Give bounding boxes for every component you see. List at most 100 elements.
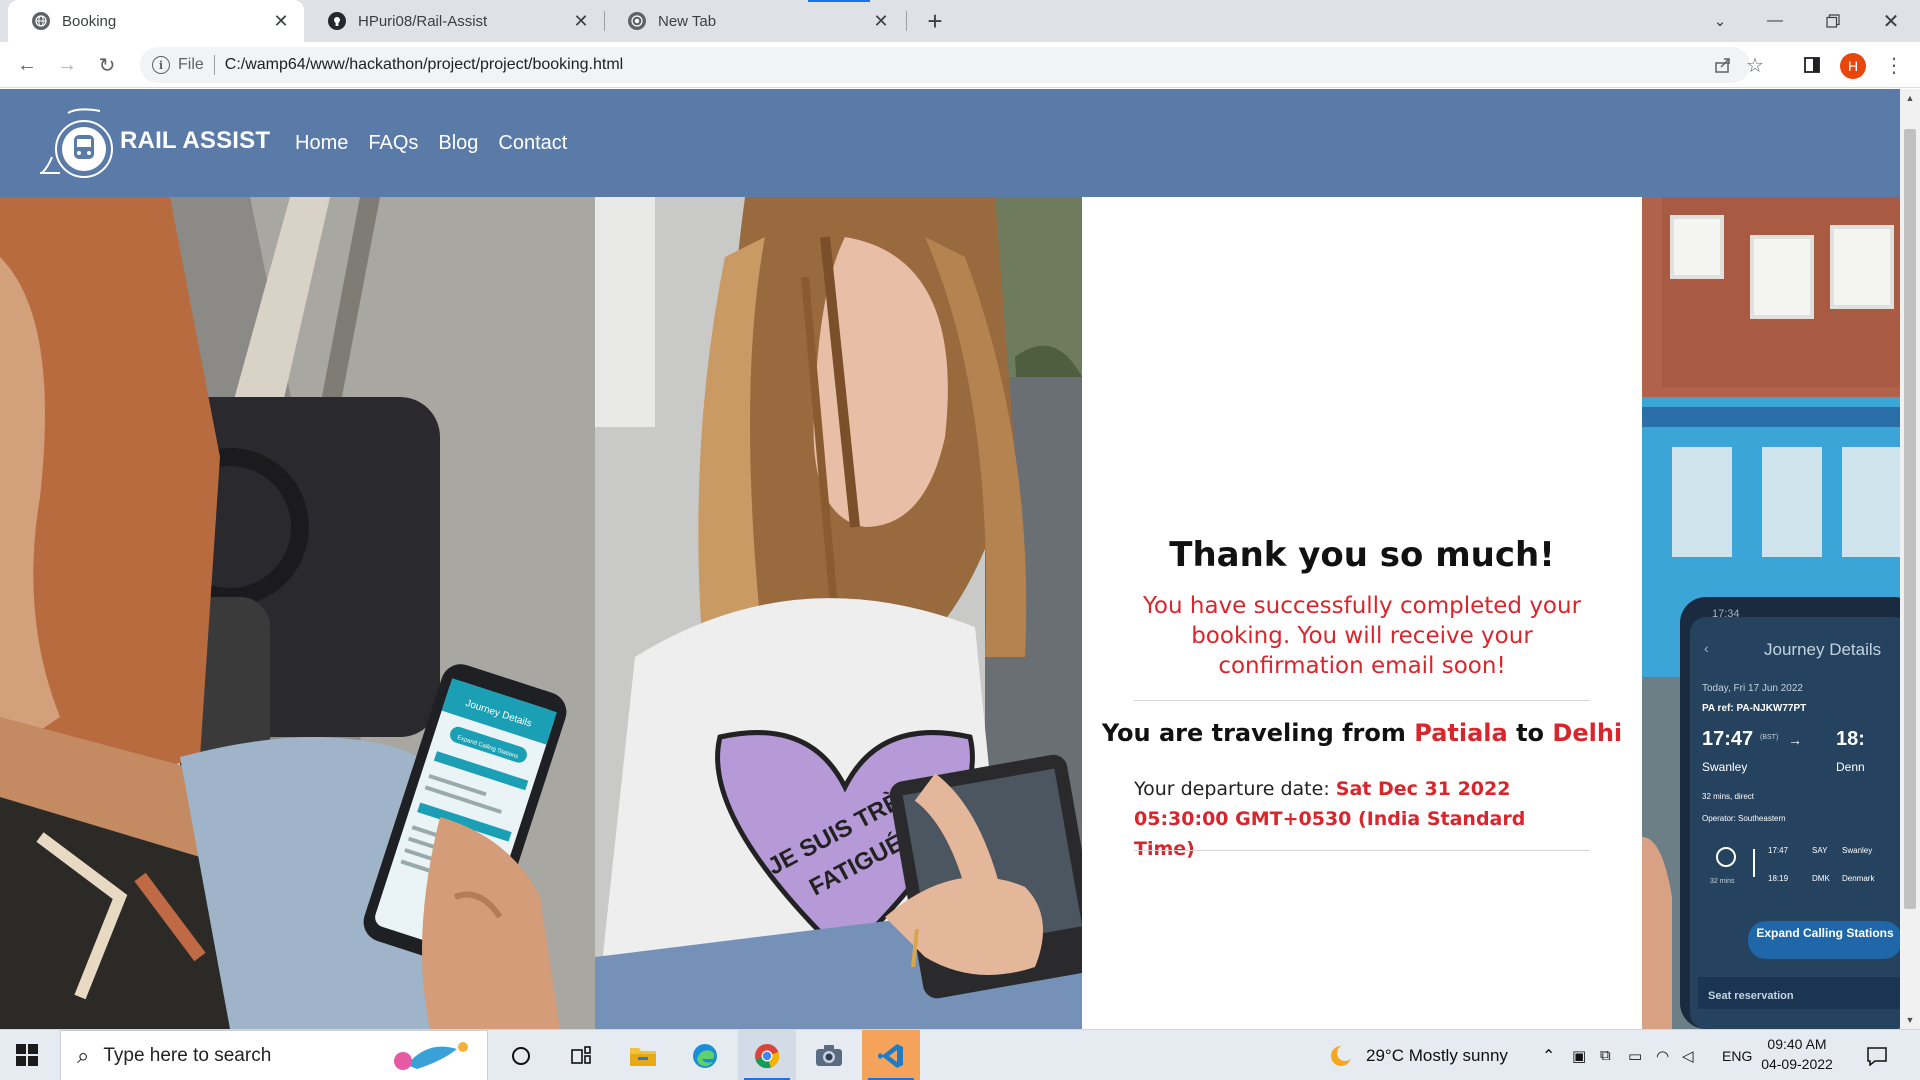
- phone2-from: Swanley: [1702, 760, 1747, 774]
- nav-faqs[interactable]: FAQs: [368, 132, 418, 155]
- wifi-icon[interactable]: ◠: [1656, 1030, 1669, 1080]
- scrollbar-thumb[interactable]: [1904, 129, 1916, 909]
- back-arrow-icon[interactable]: ←: [12, 50, 42, 80]
- windows-start-icon[interactable]: [10, 1038, 44, 1072]
- new-tab-button[interactable]: +: [920, 6, 950, 36]
- address-url[interactable]: C:/wamp64/www/hackathon/project/project/…: [225, 56, 623, 74]
- browser-tabstrip: Booking ✕ HPuri08/Rail-Assist ✕ New Tab …: [0, 0, 1920, 42]
- kebab-menu-icon[interactable]: ⋮: [1879, 50, 1909, 80]
- nav-blog[interactable]: Blog: [438, 132, 478, 155]
- phone2-button-text: Expand Calling Stations: [1756, 926, 1894, 940]
- phone2-ref: PA ref: PA-NJKW77PT: [1702, 703, 1806, 714]
- volume-icon[interactable]: ◁: [1682, 1030, 1694, 1080]
- task-view-icon[interactable]: [552, 1030, 610, 1080]
- cortana-icon[interactable]: [492, 1030, 550, 1080]
- sun-icon: [1331, 1044, 1353, 1066]
- close-icon[interactable]: ✕: [870, 10, 892, 32]
- divider: [1134, 850, 1590, 851]
- forward-arrow-icon[interactable]: →: [52, 50, 82, 80]
- origin-city: Patiala: [1414, 719, 1508, 747]
- departure-label: Your departure date:: [1134, 778, 1330, 800]
- scroll-down-icon[interactable]: ▼: [1900, 1011, 1920, 1029]
- tab-title: New Tab: [658, 12, 717, 30]
- close-icon[interactable]: ✕: [570, 10, 592, 32]
- taskbar-search-placeholder: Type here to search: [103, 1044, 272, 1066]
- profile-avatar[interactable]: H: [1840, 53, 1866, 79]
- taskbar-search-box[interactable]: ⌕ Type here to search: [60, 1030, 488, 1080]
- browser-toolbar: ← → ↻ i File C:/wamp64/www/hackathon/pro…: [0, 42, 1920, 88]
- clock-time: 09:40 AM: [1767, 1036, 1827, 1052]
- phone2-back-icon: ‹: [1704, 640, 1709, 656]
- photo-man-with-phone: Journey Details Expand Calling Stations: [0, 197, 595, 1029]
- tab-new-tab[interactable]: New Tab ✕: [604, 0, 904, 42]
- brand-name[interactable]: RAIL ASSIST: [120, 127, 270, 155]
- tab-divider: [906, 11, 907, 31]
- bookmark-star-icon[interactable]: ☆: [1740, 47, 1770, 83]
- booking-confirmation-card: Thank you so much! You have successfully…: [1082, 197, 1642, 1029]
- divider: [1134, 700, 1590, 701]
- weather-widget[interactable]: 29°C Mostly sunny: [1328, 1030, 1508, 1080]
- phone2-stop2-time: 18:19: [1768, 874, 1789, 883]
- phone2-arr-time: 18:: [1836, 728, 1865, 750]
- travel-route: You are traveling from Patiala to Delhi: [1082, 719, 1642, 747]
- phone2-date: Today, Fri 17 Jun 2022: [1702, 683, 1803, 694]
- phone2-stop1-name: Swanley: [1842, 846, 1872, 855]
- thank-you-heading: Thank you so much!: [1169, 535, 1555, 575]
- phone2-duration: 32 mins, direct: [1702, 792, 1755, 801]
- side-panel-icon[interactable]: [1797, 50, 1827, 80]
- page-viewport: RAIL ASSIST Home FAQs Blog Contact Journ…: [0, 89, 1900, 1029]
- phone2-stop2-code: DMK: [1812, 874, 1830, 883]
- scroll-up-icon[interactable]: ▲: [1900, 89, 1920, 107]
- tray-overflow-icon[interactable]: ⌃: [1542, 1030, 1555, 1080]
- camera-icon[interactable]: [800, 1030, 858, 1080]
- system-clock[interactable]: 09:40 AM 04-09-2022: [1755, 1034, 1839, 1074]
- tab-search-icon[interactable]: ⌄: [1703, 0, 1737, 42]
- phone2-footer-text: Seat reservation: [1708, 990, 1794, 1002]
- window-close-icon[interactable]: ✕: [1863, 0, 1919, 42]
- close-icon[interactable]: ✕: [270, 10, 292, 32]
- chrome-icon: [628, 12, 646, 30]
- phone2-dep-tz: (BST): [1760, 734, 1778, 741]
- clock-date: 04-09-2022: [1761, 1056, 1833, 1072]
- main-nav: Home FAQs Blog Contact: [295, 132, 567, 155]
- windows-taskbar: ⌕ Type here to search 29°C Mostly sunny …: [0, 1029, 1920, 1080]
- display-icon[interactable]: ⧉: [1600, 1030, 1611, 1080]
- address-bar[interactable]: i File C:/wamp64/www/hackathon/project/p…: [140, 47, 1764, 83]
- tab-booking[interactable]: Booking ✕: [8, 0, 304, 42]
- destination-city: Delhi: [1552, 719, 1623, 747]
- vscode-icon[interactable]: [862, 1030, 920, 1080]
- route-joiner: to: [1516, 719, 1545, 747]
- weather-text: 29°C Mostly sunny: [1366, 1045, 1508, 1065]
- rail-assist-logo[interactable]: [38, 103, 118, 183]
- phone2-operator: Operator: Southeastern: [1702, 814, 1786, 823]
- meet-now-icon[interactable]: ▣: [1572, 1030, 1586, 1080]
- language-indicator[interactable]: ENG: [1722, 1030, 1752, 1080]
- phone2-to: Denn: [1836, 760, 1865, 774]
- tab-title: HPuri08/Rail-Assist: [358, 12, 488, 30]
- photo-woman-with-tablet: JE SUIS TRÈS FATIGUÉ: [595, 197, 1082, 1029]
- phone2-stop2-name: Denmark: [1842, 874, 1875, 883]
- tab-github[interactable]: HPuri08/Rail-Assist ✕: [304, 0, 604, 42]
- tab-title: Booking: [62, 12, 117, 30]
- battery-icon[interactable]: ▭: [1628, 1030, 1642, 1080]
- photo-train-with-phone: 17:34 ‹ Journey Details Today, Fri 17 Ju…: [1642, 197, 1900, 1029]
- nav-contact[interactable]: Contact: [498, 132, 567, 155]
- github-icon: [328, 12, 346, 30]
- notifications-icon[interactable]: [1866, 1030, 1888, 1080]
- minimize-icon[interactable]: —: [1747, 0, 1803, 42]
- restore-icon[interactable]: [1805, 0, 1861, 42]
- page-scrollbar[interactable]: ▲ ▼: [1900, 89, 1920, 1029]
- edge-icon[interactable]: [676, 1030, 734, 1080]
- phone2-mins: 32 mins: [1710, 878, 1735, 885]
- info-icon[interactable]: i: [152, 56, 170, 74]
- share-icon[interactable]: [1708, 47, 1738, 83]
- address-divider: [213, 55, 215, 75]
- phone2-stop1-time: 17:47: [1768, 846, 1789, 855]
- file-explorer-icon[interactable]: [614, 1030, 672, 1080]
- reload-icon[interactable]: ↻: [92, 50, 122, 80]
- nav-home[interactable]: Home: [295, 132, 348, 155]
- address-scheme: File: [178, 56, 204, 73]
- globe-icon: [32, 12, 50, 30]
- chrome-taskbar-icon[interactable]: [738, 1030, 796, 1080]
- tab-indicator: [808, 0, 870, 2]
